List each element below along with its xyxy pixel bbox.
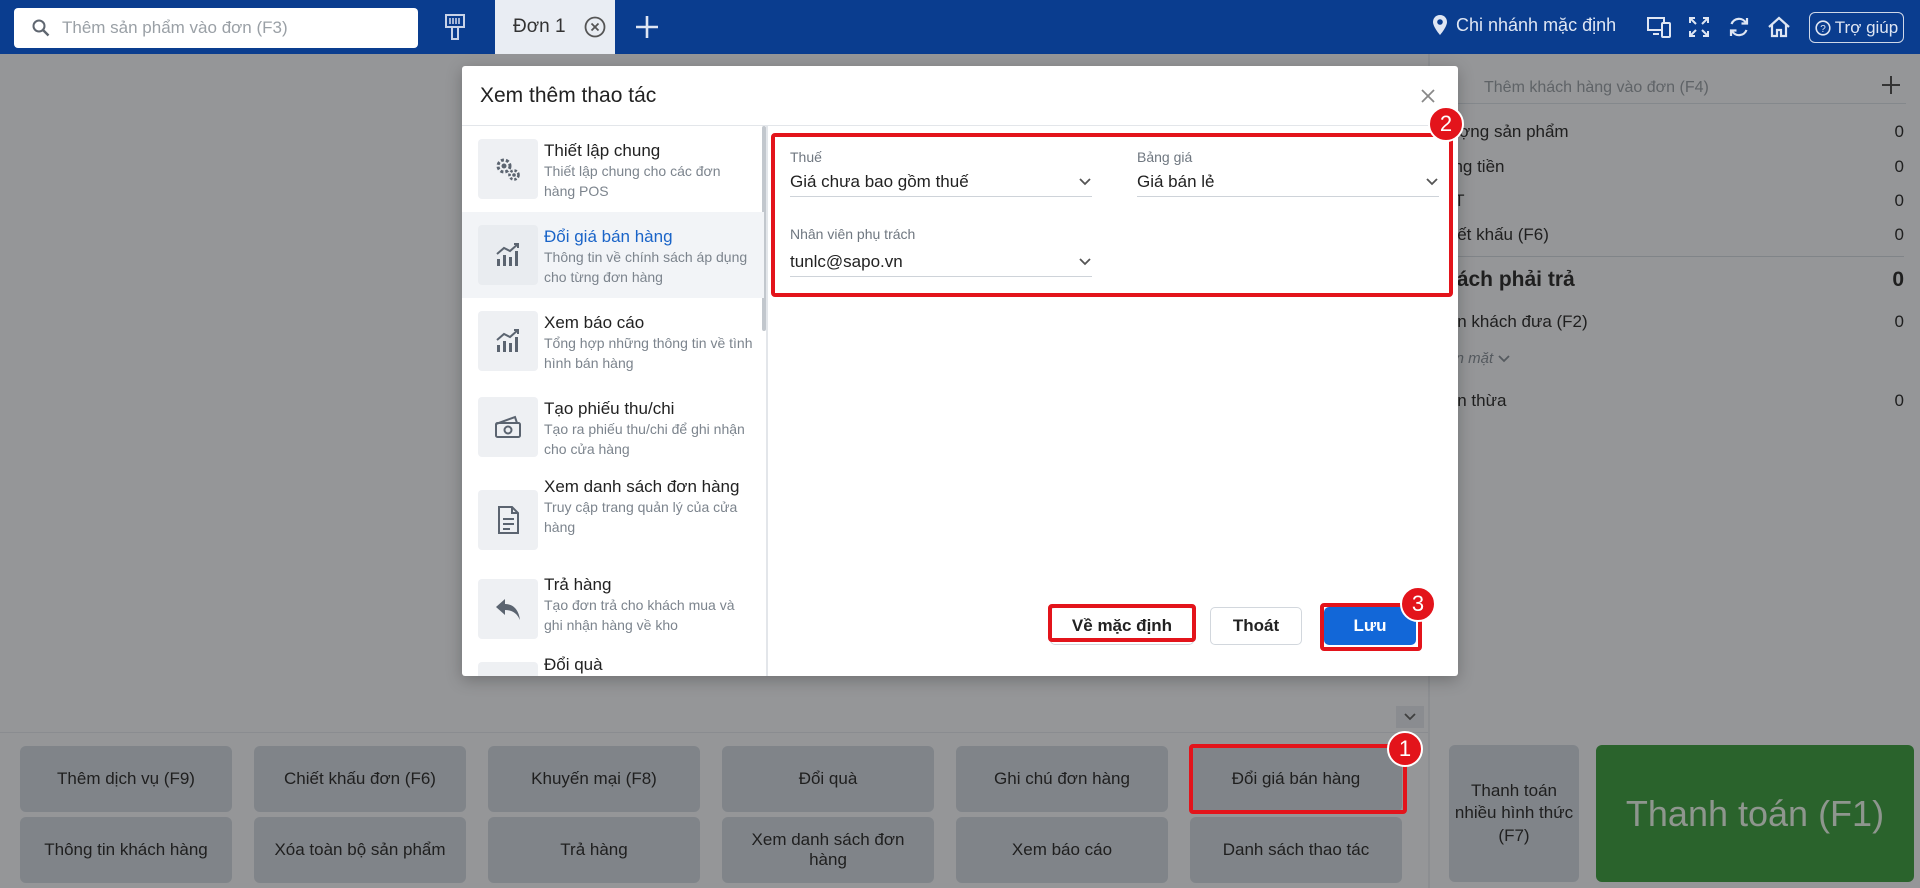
- search-icon: [32, 19, 50, 37]
- nav-item-title: Tạo phiếu thu/chi: [544, 399, 675, 418]
- annotation-badge-1: 1: [1387, 731, 1423, 767]
- close-tab-icon[interactable]: [584, 16, 606, 38]
- help-button[interactable]: ? Trợ giúp: [1809, 12, 1904, 43]
- annotation-box-2: [771, 133, 1453, 297]
- nav-item-redeem-gift[interactable]: Đổi quà: [462, 652, 764, 676]
- nav-item-title: Trả hàng: [544, 575, 612, 594]
- close-icon[interactable]: [1418, 86, 1438, 106]
- nav-item-title: Xem danh sách đơn hàng: [544, 477, 740, 496]
- chart-icon: [478, 311, 538, 371]
- nav-item-desc: Thông tin về chính sách áp dụng cho từng…: [544, 249, 748, 285]
- money-icon: [478, 397, 538, 457]
- location-pin-icon: [1433, 15, 1447, 35]
- gears-icon: [478, 139, 538, 199]
- barcode-scan-icon[interactable]: [440, 12, 470, 42]
- exit-label: Thoát: [1232, 616, 1280, 635]
- nav-item-general-settings[interactable]: Thiết lập chung Thiết lập chung cho các …: [462, 126, 764, 212]
- nav-item-desc: Thiết lập chung cho các đơn hàng POS: [544, 163, 721, 199]
- modal-title: Xem thêm thao tác: [480, 84, 657, 107]
- nav-item-change-price[interactable]: Đổi giá bán hàng Thông tin về chính sách…: [462, 212, 764, 298]
- nav-item-title: Thiết lập chung: [544, 141, 661, 160]
- product-search-box[interactable]: [14, 8, 418, 48]
- help-icon: ?: [1815, 19, 1831, 36]
- refresh-icon[interactable]: [1726, 14, 1752, 40]
- document-icon: [478, 490, 538, 550]
- modal-header: Xem thêm thao tác: [462, 66, 1458, 126]
- nav-item-receipt-voucher[interactable]: Tạo phiếu thu/chi Tạo ra phiếu thu/chi đ…: [462, 384, 764, 470]
- top-bar: Đơn 1 Chi nhánh mặc định ? Trợ giúp: [0, 0, 1920, 54]
- reply-icon: [478, 579, 538, 639]
- annotation-box-reset: [1048, 604, 1196, 642]
- add-tab-icon[interactable]: [632, 12, 662, 42]
- nav-item-order-list[interactable]: Xem danh sách đơn hàng Truy cập trang qu…: [462, 470, 764, 566]
- annotation-badge-2: 2: [1428, 106, 1464, 142]
- nav-item-title: Đổi quà: [544, 655, 603, 674]
- nav-item-view-report[interactable]: Xem báo cáo Tổng hợp những thông tin về …: [462, 298, 764, 384]
- nav-item-return-goods[interactable]: Trả hàng Tạo đơn trả cho khách mua và gh…: [462, 566, 764, 652]
- branch-selector[interactable]: Chi nhánh mặc định: [1432, 14, 1616, 36]
- nav-item-desc: Tổng hợp những thông tin về tình hình bá…: [544, 335, 753, 371]
- product-search-input[interactable]: [62, 18, 382, 38]
- help-label: Trợ giúp: [1834, 17, 1899, 37]
- devices-icon[interactable]: [1646, 14, 1672, 40]
- top-icon-group: [1646, 14, 1792, 40]
- fullscreen-icon[interactable]: [1686, 14, 1712, 40]
- home-icon[interactable]: [1766, 14, 1792, 40]
- svg-text:?: ?: [1820, 24, 1826, 35]
- nav-item-desc: Tạo ra phiếu thu/chi để ghi nhận cho cửa…: [544, 421, 745, 457]
- order-tab-label: Đơn 1: [513, 16, 566, 37]
- nav-item-title: Xem báo cáo: [544, 313, 645, 332]
- branch-label: Chi nhánh mặc định: [1456, 14, 1617, 35]
- modal-side-nav: Thiết lập chung Thiết lập chung cho các …: [462, 126, 768, 676]
- gift-icon: [478, 662, 538, 676]
- order-tab[interactable]: Đơn 1: [495, 0, 615, 54]
- nav-item-title: Đổi giá bán hàng: [544, 227, 673, 246]
- annotation-badge-3: 3: [1400, 586, 1436, 622]
- nav-item-desc: Truy cập trang quản lý của cửa hàng: [544, 499, 738, 535]
- exit-button[interactable]: Thoát: [1210, 607, 1302, 645]
- nav-item-desc: Tạo đơn trả cho khách mua và ghi nhận hà…: [544, 597, 735, 633]
- chart-icon: [478, 225, 538, 285]
- annotation-box-1: [1189, 744, 1407, 814]
